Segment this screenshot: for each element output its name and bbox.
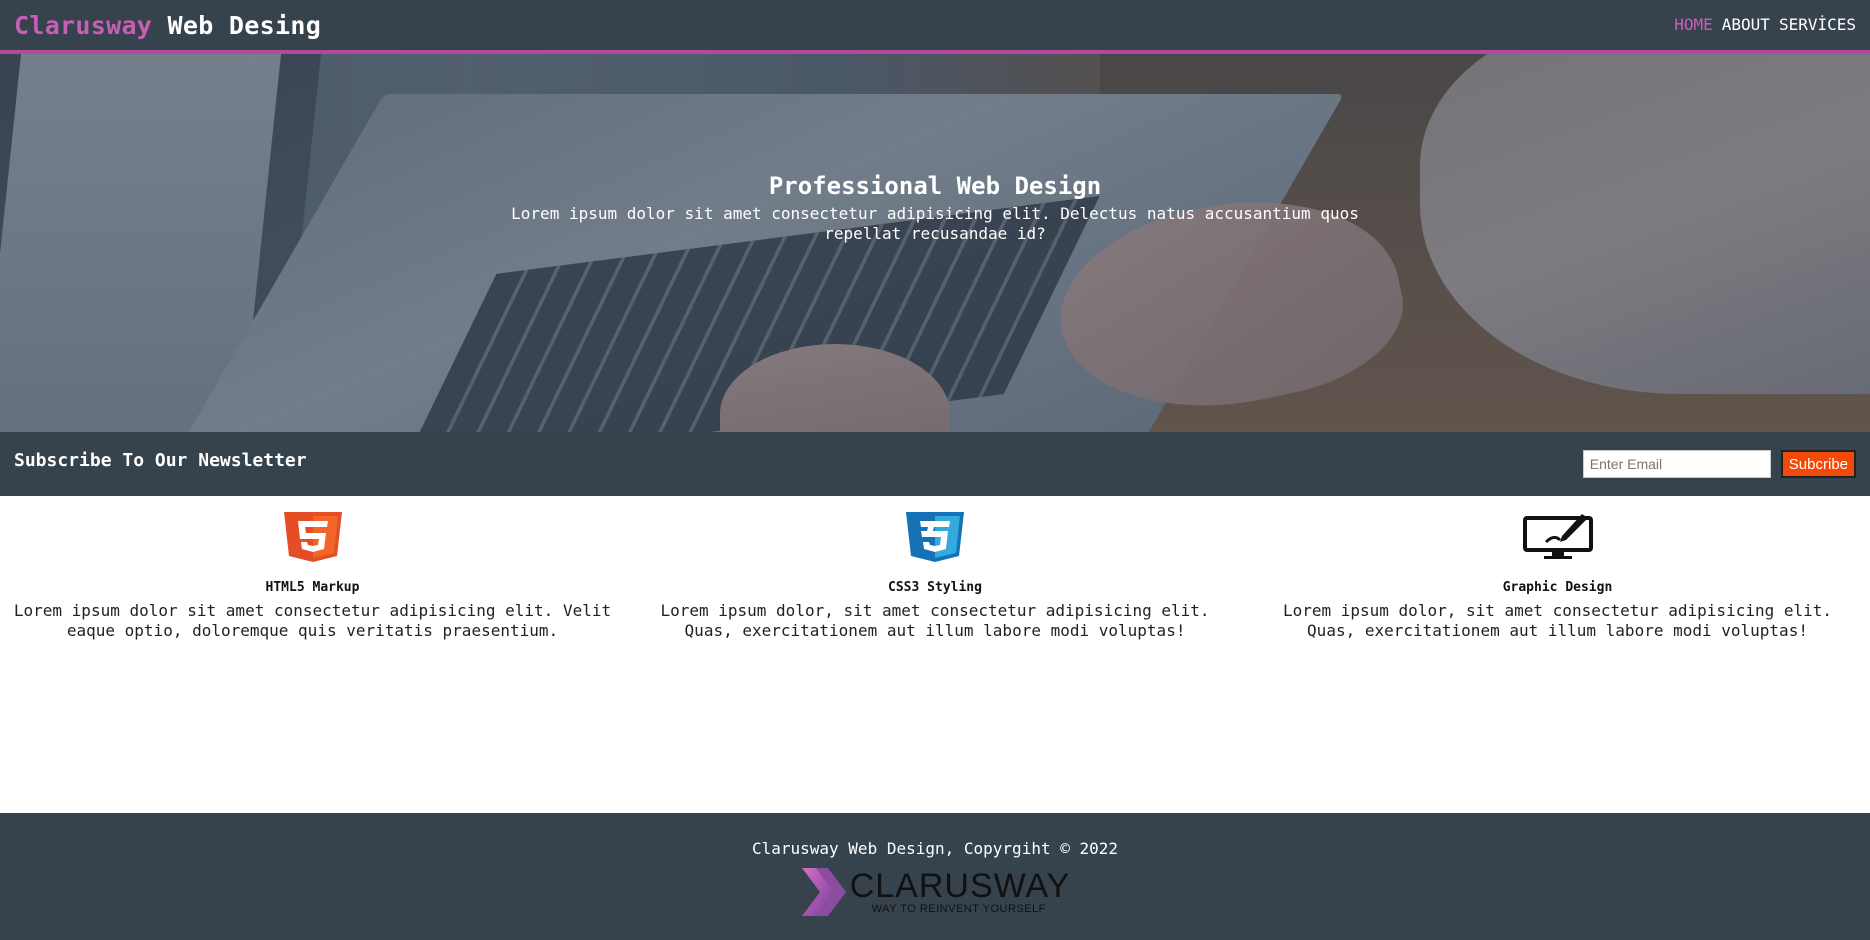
hero-title: Professional Web Design — [768, 172, 1102, 200]
css3-icon — [906, 512, 964, 562]
clarusway-chevron-icon — [801, 868, 846, 916]
brand-name-accent: Clarusway — [14, 10, 153, 40]
feature-title: CSS3 Styling — [888, 580, 982, 595]
nav-about-link[interactable]: ABOUT — [1722, 15, 1770, 34]
footer-logo: CLARUSWAY WAY TO REINVENT YOURSELF — [0, 866, 1870, 918]
site-footer: Clarusway Web Design, Copyrgiht © 2022 C… — [0, 813, 1870, 940]
graphic-design-monitor-icon — [1522, 514, 1593, 559]
footer-logo-tagline: WAY TO REINVENT YOURSELF — [871, 903, 1046, 915]
features-section: HTML5 Markup Lorem ipsum dolor sit amet … — [0, 496, 1870, 813]
feature-description: Lorem ipsum dolor, sit amet consectetur … — [660, 601, 1210, 640]
email-input[interactable] — [1582, 450, 1771, 478]
feature-title: Graphic Design — [1502, 580, 1613, 595]
nav-services-link[interactable]: SERVİCES — [1779, 15, 1856, 34]
feature-card-html5: HTML5 Markup Lorem ipsum dolor sit amet … — [10, 510, 615, 813]
feature-description: Lorem ipsum dolor sit amet consectetur a… — [13, 601, 612, 640]
site-header: Clarusway Web Desing HOME ABOUT SERVİCES — [0, 0, 1870, 54]
brand-name-rest: Web Desing — [167, 10, 322, 40]
copyright-text: Clarusway Web Design, Copyrgiht © 2022 — [751, 839, 1119, 858]
hero-description: Lorem ipsum dolor sit amet consectetur a… — [511, 204, 1359, 243]
newsletter-bar: Subscribe To Our Newsletter Subcribe — [0, 432, 1870, 496]
subscribe-button[interactable]: Subcribe — [1780, 450, 1856, 478]
feature-card-graphic-design: Graphic Design Lorem ipsum dolor, sit am… — [1255, 510, 1860, 813]
newsletter-title: Subscribe To Our Newsletter — [14, 449, 307, 471]
feature-description: Lorem ipsum dolor, sit amet consectetur … — [1282, 601, 1833, 640]
nav-home-link[interactable]: HOME — [1674, 15, 1713, 34]
newsletter-form: Subcribe — [1582, 450, 1856, 478]
hero-banner: Professional Web Design Lorem ipsum dolo… — [0, 54, 1870, 432]
html5-icon — [283, 512, 342, 562]
footer-logo-name: CLARUSWAY — [849, 867, 1071, 905]
brand-logo-text[interactable]: Clarusway Web Desing — [14, 11, 321, 40]
main-nav: HOME ABOUT SERVİCES — [1674, 15, 1856, 34]
hero-text: Professional Web Design Lorem ipsum dolo… — [0, 172, 1870, 244]
feature-card-css3: CSS3 Styling Lorem ipsum dolor, sit amet… — [633, 510, 1238, 813]
feature-title: HTML5 Markup — [265, 580, 360, 595]
